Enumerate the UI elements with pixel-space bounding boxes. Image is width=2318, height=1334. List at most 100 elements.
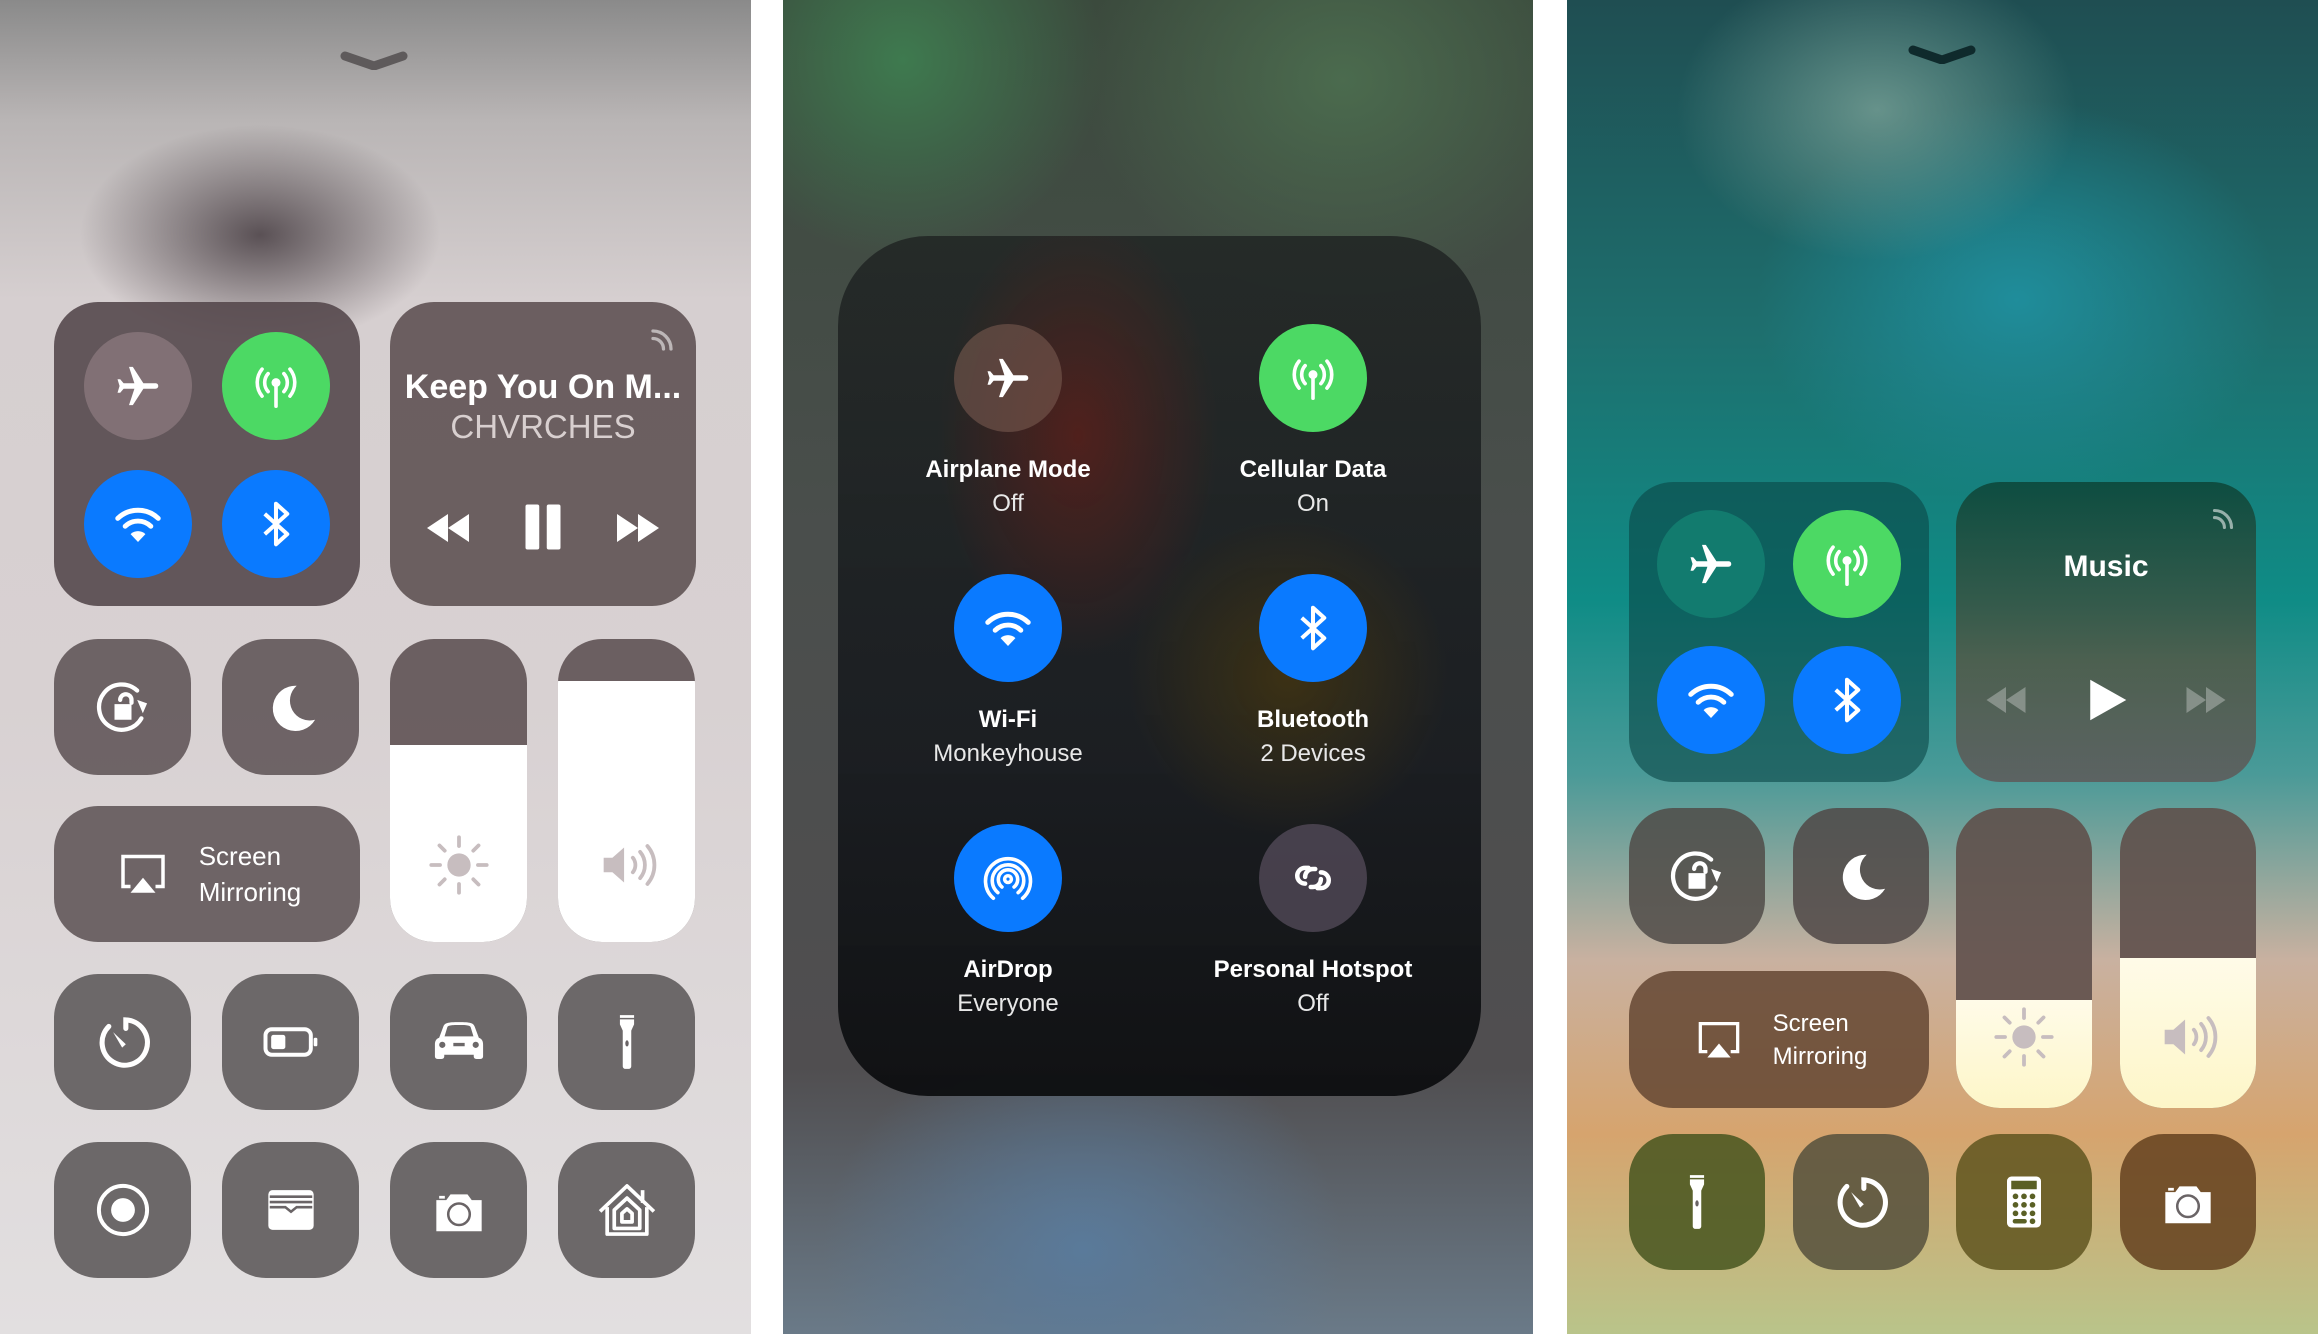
- airplane-icon: [981, 351, 1035, 405]
- connectivity-module: [54, 302, 360, 606]
- moon-icon: [1827, 842, 1895, 910]
- bluetooth-icon: [1286, 601, 1340, 655]
- flashlight-button[interactable]: [1629, 1134, 1765, 1270]
- flashlight-button[interactable]: [558, 974, 695, 1110]
- personal-hotspot-item: Personal Hotspot Off: [1163, 824, 1463, 1018]
- calculator-icon: [1990, 1168, 2058, 1236]
- airdrop-item: AirDrop Everyone: [858, 824, 1158, 1018]
- fast-forward-button[interactable]: [608, 498, 668, 558]
- music-module[interactable]: Music: [1956, 482, 2256, 782]
- timer-button[interactable]: [54, 974, 191, 1110]
- item-label: Wi-Fi: [978, 706, 1038, 733]
- screen-mirroring-icon: [113, 844, 173, 904]
- item-status: 2 Devices: [1260, 740, 1366, 767]
- driving-mode-button[interactable]: [390, 974, 527, 1110]
- do-not-disturb-button[interactable]: [1793, 808, 1929, 944]
- bluetooth-toggle[interactable]: [1793, 646, 1901, 754]
- screen-mirroring-button[interactable]: Screen Mirroring: [54, 806, 360, 942]
- airplay-audio-icon[interactable]: [2206, 502, 2240, 536]
- rewind-button[interactable]: [418, 498, 478, 558]
- artist-name: CHVRCHES: [450, 408, 636, 445]
- wifi-toggle[interactable]: [84, 470, 192, 578]
- orientation-lock-icon: [1663, 842, 1731, 910]
- rewind-button[interactable]: [1976, 670, 2036, 730]
- fast-forward-icon: [2180, 674, 2232, 726]
- item-label: Airplane Mode: [925, 456, 1091, 483]
- antenna-icon: [249, 359, 303, 413]
- airplane-mode-toggle[interactable]: [84, 332, 192, 440]
- cellular-data-item: Cellular Data On: [1163, 324, 1463, 518]
- wallet-button[interactable]: [222, 1142, 359, 1278]
- music-module[interactable]: Keep You On M... CHVRCHES: [390, 302, 696, 606]
- do-not-disturb-button[interactable]: [222, 639, 359, 775]
- rewind-icon: [1980, 674, 2032, 726]
- camera-icon: [2154, 1168, 2222, 1236]
- expanded-connectivity-card: Airplane Mode Off Cellular Data On Wi-Fi…: [838, 236, 1481, 1096]
- play-button[interactable]: [2076, 668, 2136, 732]
- airdrop-toggle[interactable]: [954, 824, 1062, 932]
- timer-button[interactable]: [1793, 1134, 1929, 1270]
- wifi-icon: [111, 497, 165, 551]
- camera-button[interactable]: [2120, 1134, 2256, 1270]
- wifi-toggle[interactable]: [1657, 646, 1765, 754]
- flashlight-icon: [593, 1008, 661, 1076]
- hotspot-icon: [1286, 851, 1340, 905]
- calculator-button[interactable]: [1956, 1134, 2092, 1270]
- timer-icon: [89, 1008, 157, 1076]
- camera-icon: [425, 1176, 493, 1244]
- item-status: Off: [992, 490, 1024, 517]
- item-label: Bluetooth: [1257, 706, 1369, 733]
- screen-mirroring-icon: [1691, 1012, 1747, 1068]
- sun-icon: [1989, 1002, 2059, 1072]
- timer-icon: [1827, 1168, 1895, 1236]
- flashlight-icon: [1663, 1168, 1731, 1236]
- volume-slider[interactable]: [2120, 808, 2256, 1108]
- dismiss-chevron-icon[interactable]: [339, 50, 409, 71]
- home-button[interactable]: [558, 1142, 695, 1278]
- brightness-slider[interactable]: [1956, 808, 2092, 1108]
- screen-record-button[interactable]: [54, 1142, 191, 1278]
- airplane-mode-toggle[interactable]: [954, 324, 1062, 432]
- airplane-mode-toggle[interactable]: [1657, 510, 1765, 618]
- low-power-icon: [257, 1008, 325, 1076]
- bluetooth-toggle[interactable]: [222, 470, 330, 578]
- screen-mirroring-label: Screen Mirroring: [198, 841, 302, 907]
- song-title: Keep You On M...: [404, 368, 682, 406]
- item-status: Off: [1297, 990, 1329, 1017]
- cellular-data-toggle[interactable]: [1259, 324, 1367, 432]
- personal-hotspot-toggle[interactable]: [1259, 824, 1367, 932]
- pause-icon: [513, 494, 573, 560]
- item-label: AirDrop: [963, 956, 1053, 983]
- wifi-toggle[interactable]: [954, 574, 1062, 682]
- wifi-icon: [1684, 673, 1738, 727]
- airplane-icon: [1684, 537, 1738, 591]
- antenna-icon: [1820, 537, 1874, 591]
- wifi-item: Wi-Fi Monkeyhouse: [858, 574, 1158, 768]
- brightness-slider[interactable]: [390, 639, 527, 942]
- bluetooth-toggle[interactable]: [1259, 574, 1367, 682]
- orientation-lock-button[interactable]: [54, 639, 191, 775]
- fast-forward-button[interactable]: [2176, 670, 2236, 730]
- dismiss-chevron-icon[interactable]: [1907, 44, 1977, 65]
- camera-button[interactable]: [390, 1142, 527, 1278]
- cellular-data-toggle[interactable]: [222, 332, 330, 440]
- orientation-lock-button[interactable]: [1629, 808, 1765, 944]
- low-power-mode-button[interactable]: [222, 974, 359, 1110]
- airdrop-icon: [981, 851, 1035, 905]
- item-status: On: [1296, 490, 1329, 517]
- screen-mirroring-button[interactable]: Screen Mirroring: [1629, 971, 1929, 1108]
- airplane-mode-item: Airplane Mode Off: [858, 324, 1158, 518]
- pause-button[interactable]: [513, 492, 573, 562]
- cellular-data-toggle[interactable]: [1793, 510, 1901, 618]
- volume-slider[interactable]: [558, 639, 695, 942]
- fast-forward-icon: [610, 500, 666, 556]
- screen-mirroring-label: Screen Mirroring: [1772, 1009, 1868, 1070]
- home-icon: [593, 1176, 661, 1244]
- car-icon: [425, 1008, 493, 1076]
- item-label: Personal Hotspot: [1213, 956, 1413, 983]
- orientation-lock-icon: [89, 673, 157, 741]
- airplay-audio-icon[interactable]: [644, 322, 680, 358]
- sun-icon: [424, 830, 494, 900]
- music-title: Music: [2063, 550, 2149, 583]
- control-center-light-panel: Keep You On M... CHVRCHES Screen Mirrorin…: [0, 0, 751, 1334]
